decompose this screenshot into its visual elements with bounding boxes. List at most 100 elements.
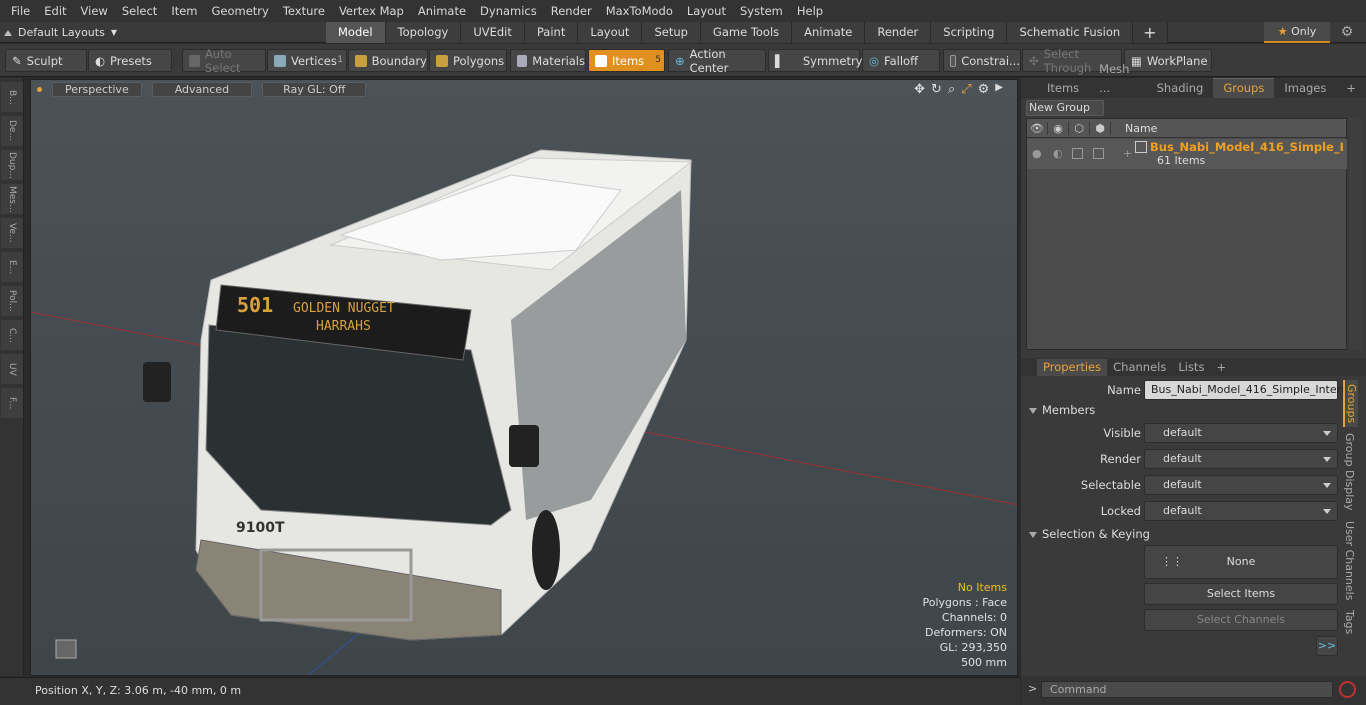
side-tab-user-channels[interactable]: User Channels bbox=[1343, 517, 1356, 604]
menu-system[interactable]: System bbox=[733, 0, 790, 22]
selectable-dropdown[interactable]: default bbox=[1144, 475, 1338, 495]
zoom-icon[interactable]: ⌕ bbox=[948, 82, 955, 97]
tab-properties[interactable]: Properties bbox=[1037, 359, 1108, 376]
maximize-icon[interactable]: ⤢ bbox=[961, 82, 971, 97]
only-button[interactable]: ★ Only bbox=[1264, 22, 1330, 43]
play-icon[interactable]: ▶ bbox=[995, 82, 1003, 97]
menu-view[interactable]: View bbox=[74, 0, 115, 22]
presets-button[interactable]: ◐ Presets bbox=[88, 49, 172, 72]
lock-checkbox[interactable] bbox=[1072, 148, 1083, 159]
tab-items[interactable]: Items bbox=[1037, 79, 1089, 98]
record-icon[interactable] bbox=[1339, 681, 1356, 698]
tab-mesh[interactable]: Mesh ... bbox=[1089, 60, 1146, 98]
none-button[interactable]: ⋮⋮ None bbox=[1144, 545, 1338, 579]
select-channels-button[interactable]: Select Channels bbox=[1144, 609, 1338, 631]
menu-maxtomodo[interactable]: MaxToModo bbox=[599, 0, 680, 22]
menu-edit[interactable]: Edit bbox=[37, 0, 73, 22]
menu-render[interactable]: Render bbox=[544, 0, 599, 22]
side-tab-group-display[interactable]: Group Display bbox=[1343, 429, 1356, 515]
tab-game-tools[interactable]: Game Tools bbox=[700, 22, 793, 43]
constraints-button[interactable]: Constrai... bbox=[943, 49, 1021, 72]
sculpt-button[interactable]: ✎ Sculpt bbox=[5, 49, 87, 72]
select-items-button[interactable]: Select Items bbox=[1144, 583, 1338, 605]
tab-schematic-fusion[interactable]: Schematic Fusion bbox=[1007, 22, 1134, 43]
symmetry-button[interactable]: ▌ Symmetry bbox=[768, 49, 863, 72]
command-input[interactable]: Command bbox=[1041, 681, 1333, 698]
tab-layout[interactable]: Layout bbox=[578, 22, 643, 43]
gear-icon[interactable]: ⚙ bbox=[1338, 24, 1356, 42]
left-tab-2[interactable]: De... bbox=[1, 116, 23, 146]
lock-icon[interactable]: ⬡ bbox=[1069, 121, 1090, 135]
advanced-dropdown[interactable]: Advanced bbox=[151, 81, 253, 97]
side-tab-groups[interactable]: Groups bbox=[1343, 380, 1358, 428]
collapse-icon[interactable] bbox=[4, 29, 12, 36]
render-dropdown[interactable]: default bbox=[1144, 449, 1338, 469]
name-field[interactable]: Bus_Nabi_Model_416_Simple_Interior bbox=[1144, 380, 1355, 400]
tab-setup[interactable]: Setup bbox=[642, 22, 701, 43]
visibility-eye-icon[interactable]: ● bbox=[1032, 147, 1042, 160]
boundary-button[interactable]: Boundary bbox=[348, 49, 428, 72]
left-tab-4[interactable]: Mes... bbox=[1, 184, 23, 214]
menu-help[interactable]: Help bbox=[790, 0, 830, 22]
group-list-scrollbar[interactable] bbox=[1349, 118, 1361, 350]
add-prop-tab[interactable]: + bbox=[1210, 359, 1232, 376]
eye-icon[interactable]: 👁 bbox=[1027, 121, 1048, 135]
group-row[interactable]: ● ◐ + Bus_Nabi_Model_416_Simple_I ... 61… bbox=[1027, 139, 1347, 169]
expand-more-button[interactable]: >> bbox=[1316, 636, 1338, 656]
menu-animate[interactable]: Animate bbox=[411, 0, 473, 22]
side-tab-tags[interactable]: Tags bbox=[1343, 606, 1356, 638]
tab-images[interactable]: Images bbox=[1274, 79, 1336, 98]
render-icon[interactable]: ◉ bbox=[1048, 121, 1069, 135]
perspective-dropdown[interactable]: Perspective bbox=[52, 81, 142, 97]
tab-render[interactable]: Render bbox=[865, 22, 932, 43]
pan-icon[interactable]: ✥ bbox=[914, 82, 925, 97]
tab-animate[interactable]: Animate bbox=[792, 22, 866, 43]
menu-file[interactable]: File bbox=[4, 0, 37, 22]
action-center-button[interactable]: ⊕ Action Center bbox=[668, 47, 766, 75]
menu-dynamics[interactable]: Dynamics bbox=[473, 0, 544, 22]
members-section[interactable]: Members bbox=[1029, 403, 1359, 419]
add-panel-tab[interactable]: + bbox=[1336, 79, 1366, 98]
tab-model[interactable]: Model bbox=[326, 22, 386, 43]
falloff-button[interactable]: ◎ Falloff bbox=[862, 49, 940, 72]
tab-scripting[interactable]: Scripting bbox=[931, 22, 1008, 43]
visible-dropdown[interactable]: default bbox=[1144, 423, 1338, 443]
tab-lists[interactable]: Lists bbox=[1172, 359, 1210, 376]
menu-item[interactable]: Item bbox=[164, 0, 204, 22]
menu-select[interactable]: Select bbox=[115, 0, 164, 22]
left-tab-6[interactable]: E... bbox=[1, 252, 23, 282]
layout-selector[interactable]: Default Layouts ▼ bbox=[4, 22, 117, 43]
left-tab-8[interactable]: C... bbox=[1, 320, 23, 350]
left-tab-10[interactable]: F... bbox=[1, 388, 23, 418]
materials-button[interactable]: Materials bbox=[510, 49, 586, 72]
tab-topology[interactable]: Topology bbox=[385, 22, 462, 43]
menu-layout[interactable]: Layout bbox=[680, 0, 733, 22]
raygl-dropdown[interactable]: Ray GL: Off bbox=[262, 81, 367, 97]
select-checkbox[interactable] bbox=[1093, 148, 1104, 159]
menu-vertex-map[interactable]: Vertex Map bbox=[332, 0, 411, 22]
left-tab-5[interactable]: Ve... bbox=[1, 218, 23, 248]
tab-shading[interactable]: Shading bbox=[1147, 79, 1214, 98]
tab-groups[interactable]: Groups bbox=[1213, 78, 1275, 98]
add-tab-button[interactable]: + bbox=[1133, 22, 1168, 43]
rotate-icon[interactable]: ↻ bbox=[931, 82, 942, 97]
tab-paint[interactable]: Paint bbox=[524, 22, 579, 43]
locked-dropdown[interactable]: default bbox=[1144, 501, 1338, 521]
selection-keying-section[interactable]: Selection & Keying bbox=[1029, 527, 1359, 543]
settings-icon[interactable]: ⚙ bbox=[978, 82, 990, 97]
new-group-button[interactable]: New Group bbox=[1026, 100, 1104, 116]
menu-texture[interactable]: Texture bbox=[276, 0, 332, 22]
auto-select-button[interactable]: Auto Select bbox=[182, 47, 266, 75]
expand-icon[interactable]: + bbox=[1123, 147, 1132, 160]
left-tab-1[interactable]: B... bbox=[1, 82, 23, 112]
name-column-header[interactable]: Name bbox=[1111, 122, 1157, 135]
left-tab-9[interactable]: UV bbox=[1, 354, 23, 384]
left-tab-3[interactable]: Dup... bbox=[1, 150, 23, 180]
items-button[interactable]: Items 5 bbox=[588, 49, 665, 72]
viewport-menu-dot[interactable] bbox=[37, 86, 42, 92]
render-toggle-icon[interactable]: ◐ bbox=[1053, 147, 1063, 160]
select-icon[interactable]: ⬢ bbox=[1090, 121, 1111, 135]
menu-geometry[interactable]: Geometry bbox=[205, 0, 276, 22]
tab-channels[interactable]: Channels bbox=[1107, 359, 1172, 376]
left-tab-7[interactable]: Pol... bbox=[1, 286, 23, 316]
